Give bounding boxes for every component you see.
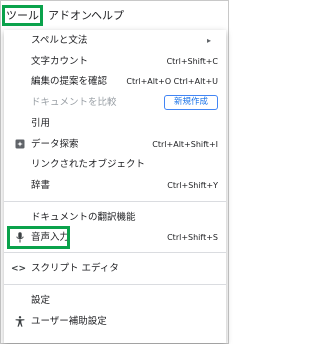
menu-item-label: 引用	[31, 118, 51, 129]
tools-dropdown-menu: スペルと文法 ▸ 文字カウント Ctrl+Shift+C 編集の提案を確認 Ct…	[4, 30, 226, 343]
menu-item-explore[interactable]: データ探索 Ctrl+Alt+Shift+I	[4, 134, 226, 156]
menu-item-label: 設定	[31, 295, 51, 306]
code-icon: <>	[11, 264, 27, 274]
menu-item-label: スペルと文法	[31, 35, 88, 46]
menu-item-accessibility[interactable]: ユーザー補助設定	[4, 311, 226, 333]
menu-item-dictionary[interactable]: 辞書 Ctrl+Shift+Y	[4, 175, 226, 197]
menu-addons[interactable]: アドオン	[48, 5, 92, 26]
menu-item-label: データ探索	[31, 139, 79, 150]
menu-item-compare-documents: ドキュメントを比較 新規作成	[4, 92, 226, 114]
menu-item-linked-objects[interactable]: リンクされたオブジェクト	[4, 154, 226, 176]
new-badge: 新規作成	[164, 95, 218, 110]
shortcut-text: Ctrl+Shift+Y	[167, 181, 218, 190]
explore-icon	[13, 134, 27, 156]
menu-item-label: ユーザー補助設定	[31, 316, 107, 327]
menu-item-label: 編集の提案を確認	[31, 76, 108, 87]
menu-item-review-suggested-edits[interactable]: 編集の提案を確認 Ctrl+Alt+O Ctrl+Alt+U	[4, 71, 226, 93]
menu-item-word-count[interactable]: 文字カウント Ctrl+Shift+C	[4, 51, 226, 73]
menu-divider	[4, 201, 226, 202]
menu-help[interactable]: ヘルプ	[91, 5, 124, 26]
submenu-arrow-icon: ▸	[207, 36, 212, 45]
menu-item-label: リンクされたオブジェクト	[31, 159, 146, 170]
shortcut-text: Ctrl+Shift+C	[166, 57, 218, 66]
menu-item-label: 文字カウント	[31, 56, 89, 67]
menu-item-label: 辞書	[31, 180, 51, 191]
accessibility-icon	[13, 311, 27, 333]
menu-item-script-editor[interactable]: <> スクリプト エディタ	[4, 258, 226, 280]
menu-divider	[4, 284, 226, 285]
menu-item-label: ドキュメントを比較	[31, 97, 117, 108]
menu-item-preferences[interactable]: 設定	[4, 290, 226, 312]
menu-item-label: スクリプト エディタ	[31, 263, 119, 274]
shortcut-text: Ctrl+Alt+O Ctrl+Alt+U	[126, 77, 218, 86]
menu-item-spelling[interactable]: スペルと文法 ▸	[4, 30, 226, 52]
voice-typing-highlight-box	[7, 226, 70, 249]
shortcut-text: Ctrl+Alt+Shift+I	[152, 140, 218, 149]
shortcut-text: Ctrl+Shift+S	[167, 233, 218, 242]
menu-divider	[4, 252, 226, 253]
tools-highlight-box	[2, 5, 43, 26]
menu-item-citations[interactable]: 引用	[4, 113, 226, 135]
